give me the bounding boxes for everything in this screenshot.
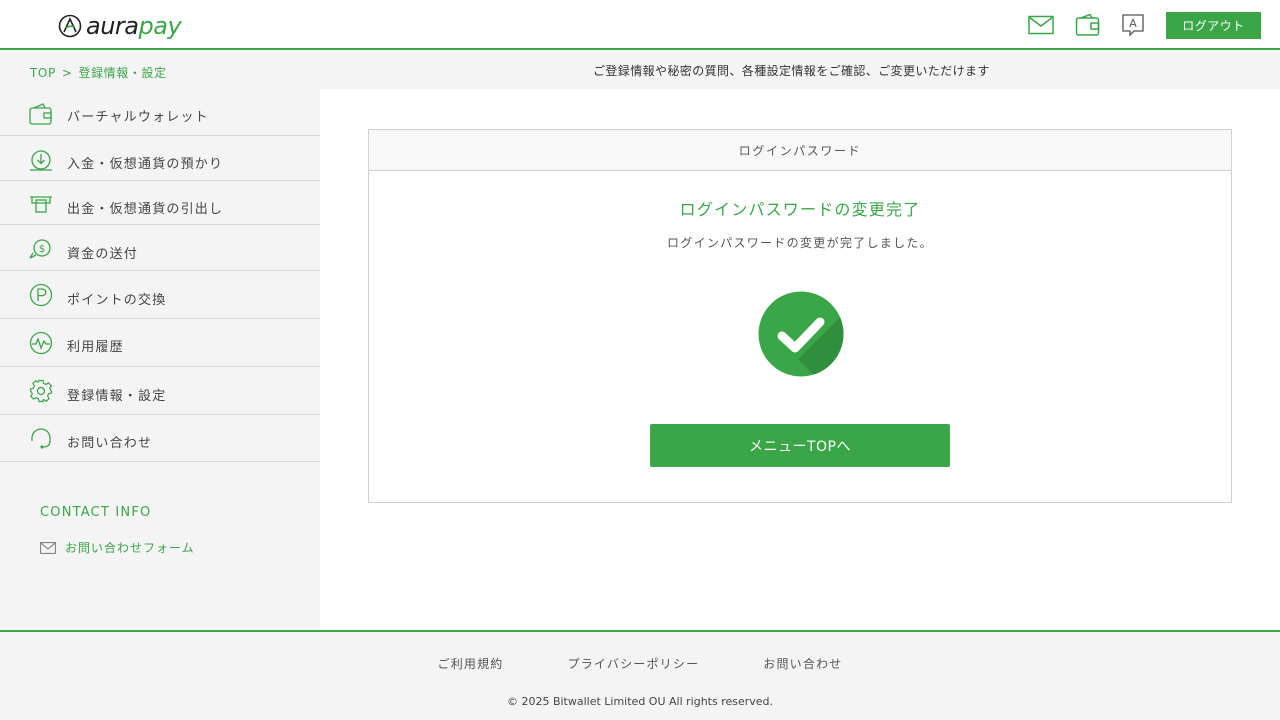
sidebar-item-transfer[interactable]: $ 資金の送付	[0, 225, 320, 271]
sidebar-item-label: お問い合わせ	[67, 436, 153, 451]
sidebar-item-support[interactable]: お問い合わせ	[0, 415, 320, 462]
completion-title: ログインパスワードの変更完了	[679, 200, 921, 219]
footer-link-terms[interactable]: ご利用規約	[438, 655, 504, 672]
breadcrumb-separator: >	[61, 66, 73, 80]
footer-link-contact[interactable]: お問い合わせ	[763, 655, 842, 672]
history-icon	[29, 331, 53, 355]
transfer-icon: $	[29, 237, 53, 261]
sidebar-item-deposit[interactable]: 入金・仮想通貨の預かり	[0, 136, 320, 181]
breadcrumb-top[interactable]: TOP	[30, 66, 56, 80]
sidebar-item-wallet[interactable]: バーチャルウォレット	[0, 89, 320, 136]
logout-button[interactable]: ログアウト	[1166, 12, 1261, 39]
card-header: ログインパスワード	[369, 130, 1231, 171]
sidebar-item-label: 資金の送付	[67, 247, 139, 262]
success-check-icon	[758, 291, 844, 377]
sidebar-item-label: ポイントの交換	[67, 293, 167, 308]
contact-info-title: CONTACT INFO	[40, 505, 152, 520]
password-complete-card: ログインパスワード ログインパスワードの変更完了 ログインパスワードの変更が完了…	[368, 129, 1232, 503]
sidebar-item-settings[interactable]: 登録情報・設定	[0, 367, 320, 415]
sidebar-item-withdraw[interactable]: 出金・仮想通貨の引出し	[0, 181, 320, 225]
page-description: ご登録情報や秘密の質問、各種設定情報をご確認、ご変更いただけます	[593, 64, 990, 78]
contact-form-label: お問い合わせフォーム	[65, 541, 195, 555]
svg-text:$: $	[39, 244, 45, 255]
sidebar-item-history[interactable]: 利用履歴	[0, 319, 320, 367]
language-icon[interactable]: A	[1120, 13, 1146, 37]
sidebar-item-label: 利用履歴	[67, 340, 124, 355]
deposit-icon	[29, 148, 53, 172]
logo-text: aurapay	[86, 12, 182, 40]
copyright: © 2025 Bitwallet Limited OU All rights r…	[506, 695, 774, 708]
sidebar-item-label: 入金・仮想通貨の預かり	[67, 157, 224, 172]
logo-mark-icon	[58, 14, 82, 38]
wallet-icon[interactable]	[1075, 13, 1101, 37]
sidebar-item-label: 登録情報・設定	[67, 389, 167, 404]
footer-links: ご利用規約 プライバシーポリシー お問い合わせ	[0, 655, 1280, 672]
point-icon	[29, 283, 53, 307]
sidebar-item-label: 出金・仮想通貨の引出し	[67, 202, 224, 217]
withdraw-icon	[29, 192, 53, 216]
breadcrumb-current: 登録情報・設定	[78, 66, 167, 80]
sidebar: バーチャルウォレット 入金・仮想通貨の預かり 出金・仮想通貨の引出し $ 資金の…	[0, 89, 320, 630]
wallet-icon	[29, 102, 53, 126]
language-glyph: A	[1129, 17, 1137, 30]
footer: ご利用規約 プライバシーポリシー お問い合わせ © 2025 Bitwallet…	[0, 630, 1280, 720]
support-icon	[29, 427, 53, 451]
subbar: TOP > 登録情報・設定 ご登録情報や秘密の質問、各種設定情報をご確認、ご変更いた…	[0, 50, 1280, 89]
header: aurapay A ログアウト	[0, 0, 1280, 50]
footer-link-privacy[interactable]: プライバシーポリシー	[568, 655, 700, 672]
sidebar-item-label: バーチャルウォレット	[67, 110, 209, 125]
mail-icon[interactable]	[1028, 13, 1054, 37]
mail-icon	[40, 541, 56, 554]
completion-message: ログインパスワードの変更が完了しました。	[666, 236, 933, 250]
contact-form-link[interactable]: お問い合わせフォーム	[40, 539, 195, 556]
breadcrumb: TOP > 登録情報・設定	[30, 64, 167, 81]
settings-icon	[29, 379, 53, 403]
aurapay-logo[interactable]: aurapay	[58, 12, 182, 40]
menu-top-button[interactable]: メニューTOPへ	[650, 424, 950, 467]
sidebar-item-points[interactable]: ポイントの交換	[0, 271, 320, 319]
